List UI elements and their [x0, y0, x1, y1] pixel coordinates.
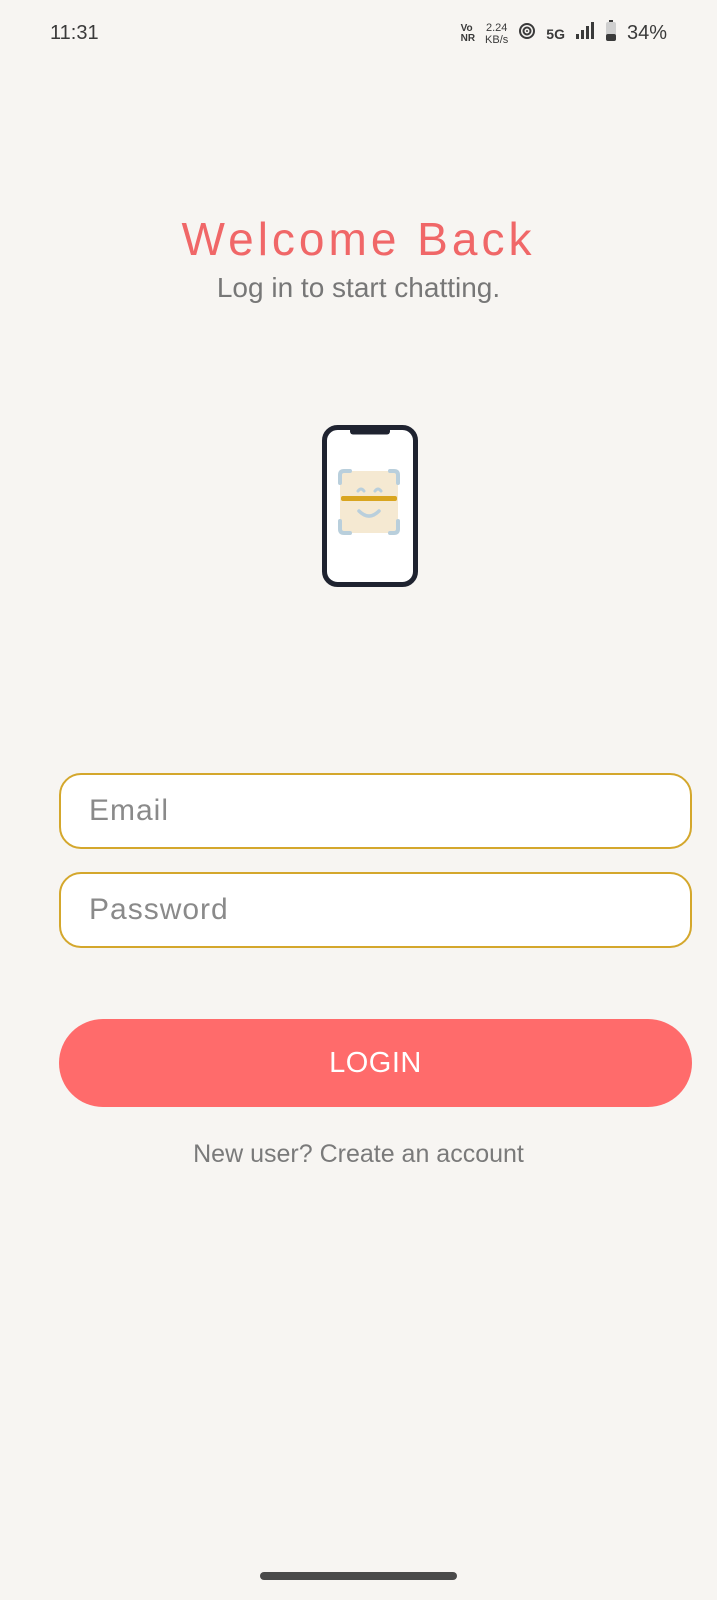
password-field[interactable] [59, 872, 692, 948]
home-indicator[interactable] [260, 1572, 457, 1580]
network-speed: 2.24 KB/s [485, 22, 508, 46]
page-subtitle: Log in to start chatting. [216, 272, 501, 303]
network-speed-value: 2.24 [485, 21, 508, 34]
page-title: Welcome Back [181, 213, 536, 265]
vonr-top: Vo [460, 22, 473, 34]
login-button[interactable]: LOGIN [59, 1019, 692, 1107]
create-account-link[interactable]: New user? Create an account [0, 1140, 717, 1169]
hotspot-icon [518, 22, 536, 45]
network-type: 5G [546, 25, 565, 42]
status-bar: 11:31 Vo NR 2.24 KB/s 5G 34% [0, 0, 717, 70]
phone-face-scan-icon [322, 425, 418, 594]
battery-percentage: 34% [626, 22, 667, 44]
battery-icon [605, 20, 617, 47]
status-indicators: Vo NR 2.24 KB/s 5G 34% [461, 20, 667, 47]
signal-icon [575, 22, 595, 45]
status-time: 11:31 [50, 22, 99, 44]
vonr-indicator: Vo NR [460, 22, 476, 44]
vonr-bottom: NR [460, 32, 476, 44]
network-speed-unit: KB/s [485, 33, 509, 46]
email-field[interactable] [59, 773, 692, 849]
